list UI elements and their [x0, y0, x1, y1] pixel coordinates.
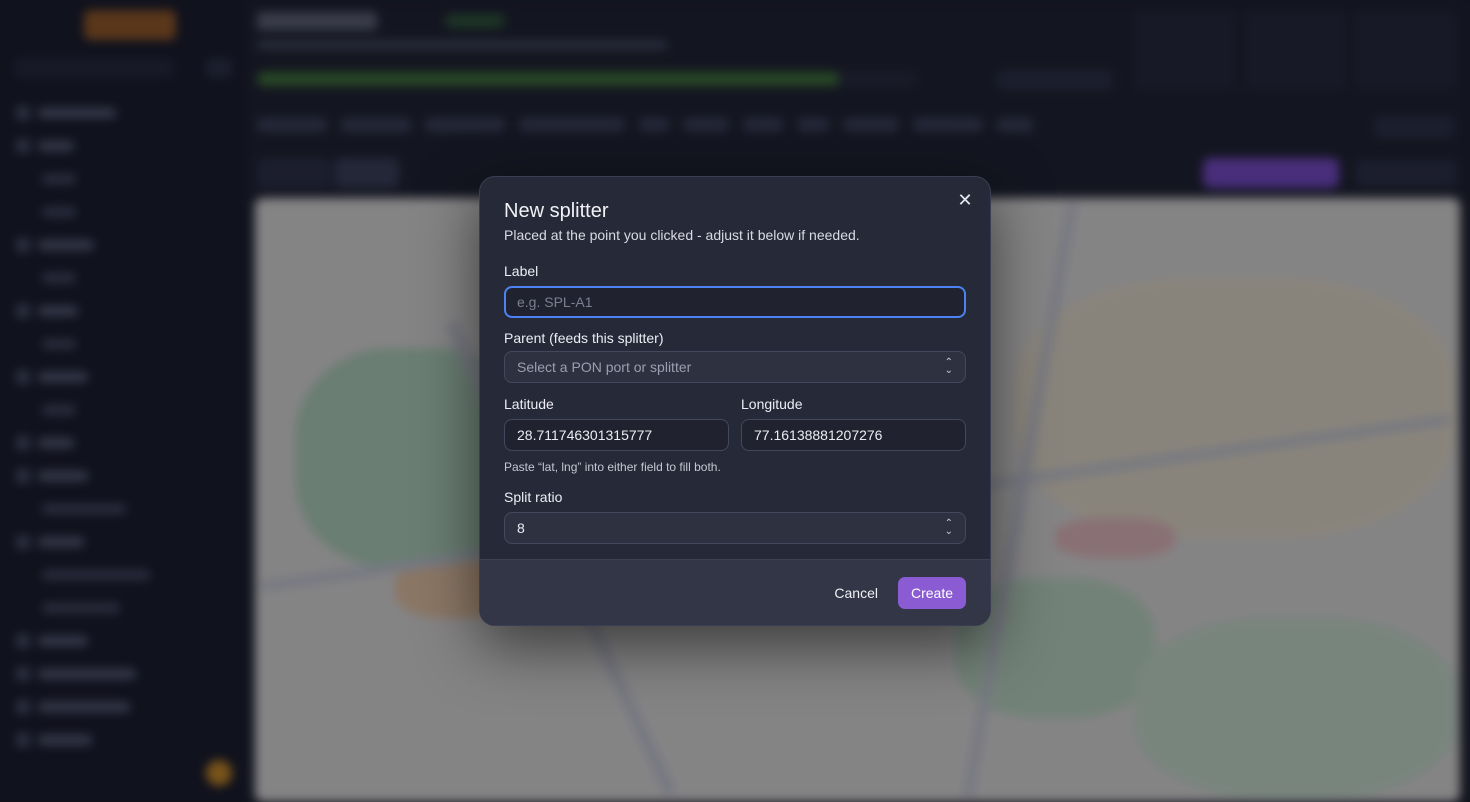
longitude-input[interactable] — [741, 419, 966, 451]
longitude-field-label: Longitude — [741, 396, 803, 412]
label-input[interactable] — [504, 286, 966, 318]
longitude-field-group: Longitude — [741, 395, 966, 451]
create-button[interactable]: Create — [898, 576, 966, 609]
chevron-up-down-icon: ⌃ ⌄ — [944, 357, 953, 376]
split-ratio-value: 8 — [517, 520, 525, 536]
dialog-description: Placed at the point you clicked - adjust… — [504, 227, 860, 243]
split-ratio-label: Split ratio — [504, 489, 563, 505]
chevron-up-down-icon: ⌃ ⌄ — [944, 518, 953, 537]
coordinates-row: Latitude Longitude — [504, 395, 966, 451]
cancel-button[interactable]: Cancel — [834, 585, 878, 601]
dialog-body: New splitter Placed at the point you cli… — [480, 177, 990, 544]
latitude-field-group: Latitude — [504, 395, 729, 451]
dialog-footer: Cancel Create — [480, 559, 990, 625]
parent-field-label: Parent (feeds this splitter) — [504, 330, 664, 346]
label-field-group: Label — [504, 262, 966, 318]
new-splitter-dialog: ✕ New splitter Placed at the point you c… — [479, 176, 991, 626]
split-ratio-select[interactable]: 8 ⌃ ⌄ — [504, 512, 966, 544]
label-field-label: Label — [504, 263, 539, 279]
coordinates-hint: Paste “lat, lng” into either field to fi… — [504, 460, 721, 474]
split-ratio-field-group: Split ratio 8 ⌃ ⌄ — [504, 488, 966, 544]
close-icon[interactable]: ✕ — [954, 189, 976, 211]
latitude-field-label: Latitude — [504, 396, 554, 412]
parent-select-placeholder: Select a PON port or splitter — [517, 359, 692, 375]
parent-field-group: Parent (feeds this splitter) Select a PO… — [504, 329, 966, 383]
dialog-title: New splitter — [504, 200, 609, 222]
latitude-input[interactable] — [504, 419, 729, 451]
parent-select[interactable]: Select a PON port or splitter ⌃ ⌄ — [504, 351, 966, 383]
